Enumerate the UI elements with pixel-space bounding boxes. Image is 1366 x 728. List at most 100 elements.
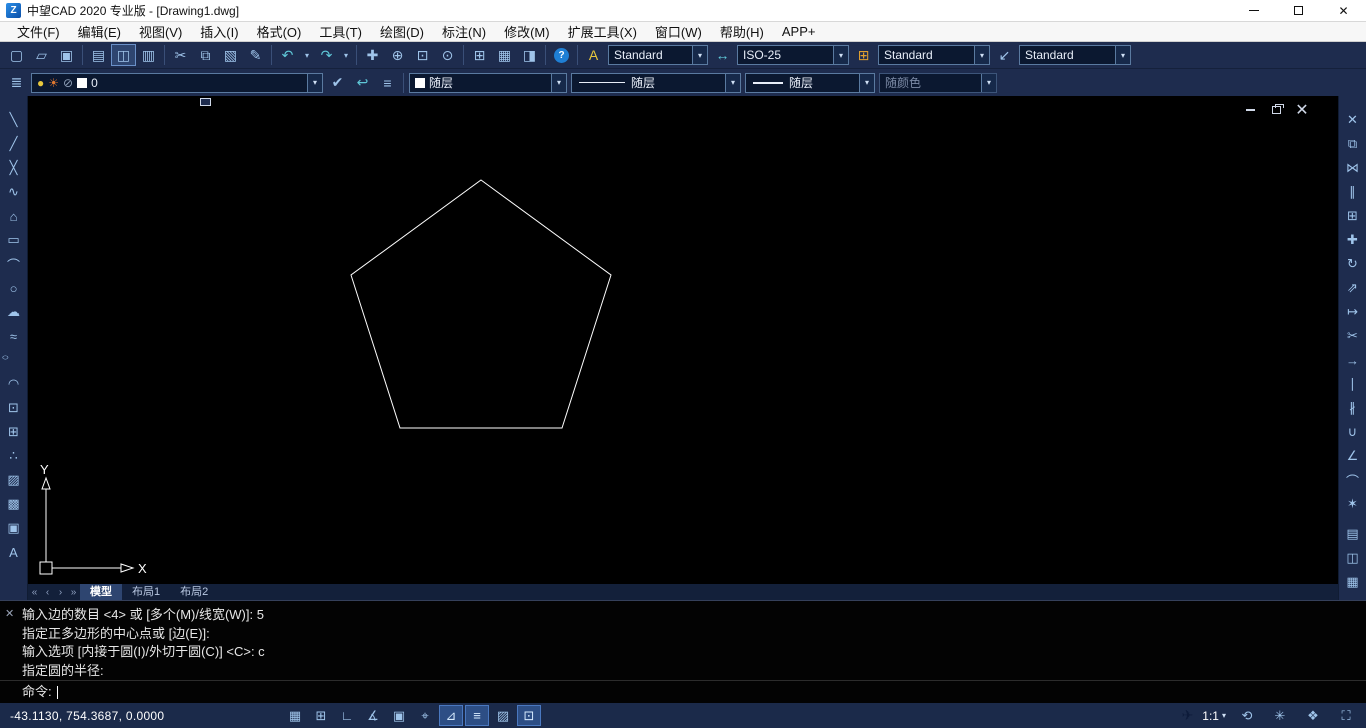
snap-toggle-icon[interactable]: ▦ — [283, 705, 307, 726]
pan-icon[interactable]: ✚ — [360, 44, 385, 66]
gradient-icon[interactable]: ▩ — [2, 492, 26, 516]
region-icon[interactable]: ▣ — [2, 516, 26, 540]
menu-file[interactable]: 文件(F) — [8, 22, 69, 41]
rectangle-icon[interactable]: ▭ — [2, 228, 26, 252]
doc-restore-button[interactable] — [1270, 104, 1282, 116]
save-icon[interactable]: ▣ — [54, 44, 79, 66]
tab-model[interactable]: 模型 — [80, 584, 122, 600]
break-at-point-icon[interactable]: ∣ — [1341, 372, 1365, 396]
tab-last-icon[interactable]: » — [67, 587, 80, 598]
layer-combo[interactable]: ● ☀ ⊘ 0 ▾ — [31, 73, 323, 93]
ellipse-icon[interactable]: ○ — [2, 352, 26, 368]
hatch-icon[interactable]: ▨ — [2, 468, 26, 492]
menu-app-plus[interactable]: APP+ — [773, 22, 825, 41]
transparency-toggle-icon[interactable]: ▨ — [491, 705, 515, 726]
spline-icon[interactable]: ≈ — [2, 324, 26, 348]
zoom-window-icon[interactable]: ⊡ — [410, 44, 435, 66]
menu-modify[interactable]: 修改(M) — [495, 22, 559, 41]
erase-icon[interactable]: ✕ — [1341, 108, 1365, 132]
new-file-icon[interactable]: ▢ — [4, 44, 29, 66]
circle-icon[interactable]: ○ — [2, 276, 26, 300]
lineweight-combo[interactable]: 随层 ▾ — [745, 73, 875, 93]
construction-line-icon[interactable]: ╳ — [2, 156, 26, 180]
print-icon[interactable]: ▤ — [86, 44, 111, 66]
toolbar-grip[interactable] — [200, 98, 211, 106]
annotation-scale-button[interactable]: 1:1 ▾ — [1202, 709, 1226, 723]
text-style-combo[interactable]: Standard ▾ — [608, 45, 708, 65]
line-icon[interactable]: ╲ — [2, 108, 26, 132]
insert-block-icon[interactable]: ⊡ — [2, 396, 26, 420]
mleader-style-icon[interactable]: ↙ — [992, 44, 1017, 66]
extend-icon[interactable]: → — [1341, 348, 1365, 372]
scale-icon[interactable]: ⇗ — [1341, 276, 1365, 300]
polar-toggle-icon[interactable]: ∡ — [361, 705, 385, 726]
properties-palette-icon[interactable]: ◨ — [517, 44, 542, 66]
text-style-icon[interactable]: A — [581, 44, 606, 66]
paper-plane-icon[interactable]: ✈ — [1182, 707, 1194, 724]
plot-style-combo[interactable]: 随颜色 ▾ — [879, 73, 997, 93]
move-icon[interactable]: ✚ — [1341, 228, 1365, 252]
plot-icon[interactable]: ▥ — [136, 44, 161, 66]
chamfer-icon[interactable]: ∠ — [1341, 444, 1365, 468]
menu-window[interactable]: 窗口(W) — [646, 22, 711, 41]
undo-icon[interactable]: ↶ — [275, 44, 300, 66]
explode-icon[interactable]: ✶ — [1341, 492, 1365, 516]
layer-manager-icon[interactable]: ≣ — [4, 72, 29, 94]
tab-prev-icon[interactable]: ‹ — [41, 587, 54, 598]
make-layer-current-icon[interactable]: ✔ — [325, 72, 350, 94]
menu-help[interactable]: 帮助(H) — [711, 22, 773, 41]
help-icon[interactable]: ? — [549, 44, 574, 66]
join-icon[interactable]: ∪ — [1341, 420, 1365, 444]
menu-format[interactable]: 格式(O) — [248, 22, 311, 41]
mleader-style-combo[interactable]: Standard ▾ — [1019, 45, 1131, 65]
redo-dropdown-icon[interactable]: ▾ — [339, 44, 353, 66]
zoom-previous-icon[interactable]: ⊙ — [435, 44, 460, 66]
linetype-combo[interactable]: 随层 ▾ — [571, 73, 741, 93]
doc-close-button[interactable]: ✕ — [1296, 104, 1308, 116]
open-file-icon[interactable]: ▱ — [29, 44, 54, 66]
make-block-icon[interactable]: ⊞ — [2, 420, 26, 444]
tab-next-icon[interactable]: › — [54, 587, 67, 598]
stretch-icon[interactable]: ↦ — [1341, 300, 1365, 324]
zoom-realtime-icon[interactable]: ⊕ — [385, 44, 410, 66]
layer-previous-icon[interactable]: ↩ — [350, 72, 375, 94]
color-combo[interactable]: 随层 ▾ — [409, 73, 567, 93]
ray-icon[interactable]: ╱ — [2, 132, 26, 156]
print-preview-icon[interactable]: ◫ — [111, 44, 136, 66]
menu-dimension[interactable]: 标注(N) — [433, 22, 495, 41]
design-center-icon[interactable]: ◫ — [1341, 546, 1365, 570]
paste-icon[interactable]: ▧ — [218, 44, 243, 66]
mirror-icon[interactable]: ⋈ — [1341, 156, 1365, 180]
otrack-toggle-icon[interactable]: ⌖ — [413, 705, 437, 726]
menu-insert[interactable]: 插入(I) — [191, 22, 247, 41]
arc-icon[interactable]: ⌒ — [2, 252, 26, 276]
table-style-combo[interactable]: Standard ▾ — [878, 45, 990, 65]
layer-states-icon[interactable]: ≡ — [375, 72, 400, 94]
fullscreen-icon[interactable]: ⛶ — [1334, 705, 1358, 726]
dim-style-combo[interactable]: ISO-25 ▾ — [737, 45, 849, 65]
polygon-icon[interactable]: ⌂ — [2, 204, 26, 228]
point-icon[interactable]: ∴ — [2, 444, 26, 468]
lwt-toggle-icon[interactable]: ≡ — [465, 705, 489, 726]
doc-minimize-button[interactable] — [1244, 104, 1256, 116]
rotate-icon[interactable]: ↻ — [1341, 252, 1365, 276]
tab-layout2[interactable]: 布局2 — [170, 584, 218, 600]
table-style-icon[interactable]: ⊞ — [851, 44, 876, 66]
osnap-toggle-icon[interactable]: ▣ — [387, 705, 411, 726]
menu-edit[interactable]: 编辑(E) — [69, 22, 130, 41]
command-window[interactable]: ✕ 输入边的数目 <4> 或 [多个(M)/线宽(W)]: 5 指定正多边形的中… — [0, 600, 1366, 703]
tool-palettes-icon[interactable]: ▦ — [1341, 570, 1365, 594]
properties-panel-icon[interactable]: ▤ — [1341, 522, 1365, 546]
polyline-icon[interactable]: ∿ — [2, 180, 26, 204]
ellipse-arc-icon[interactable]: ◠ — [2, 372, 26, 396]
revision-cloud-icon[interactable]: ☁ — [2, 300, 26, 324]
cut-icon[interactable]: ✂ — [168, 44, 193, 66]
performance-icon[interactable]: ✳ — [1268, 705, 1292, 726]
touch-mode-icon[interactable]: ❖ — [1301, 705, 1325, 726]
offset-icon[interactable]: ∥ — [1341, 180, 1365, 204]
menu-express[interactable]: 扩展工具(X) — [559, 22, 646, 41]
dyn-toggle-icon[interactable]: ⊿ — [439, 705, 463, 726]
ortho-toggle-icon[interactable]: ∟ — [335, 705, 359, 726]
menu-view[interactable]: 视图(V) — [130, 22, 191, 41]
array-icon[interactable]: ⊞ — [1341, 204, 1365, 228]
